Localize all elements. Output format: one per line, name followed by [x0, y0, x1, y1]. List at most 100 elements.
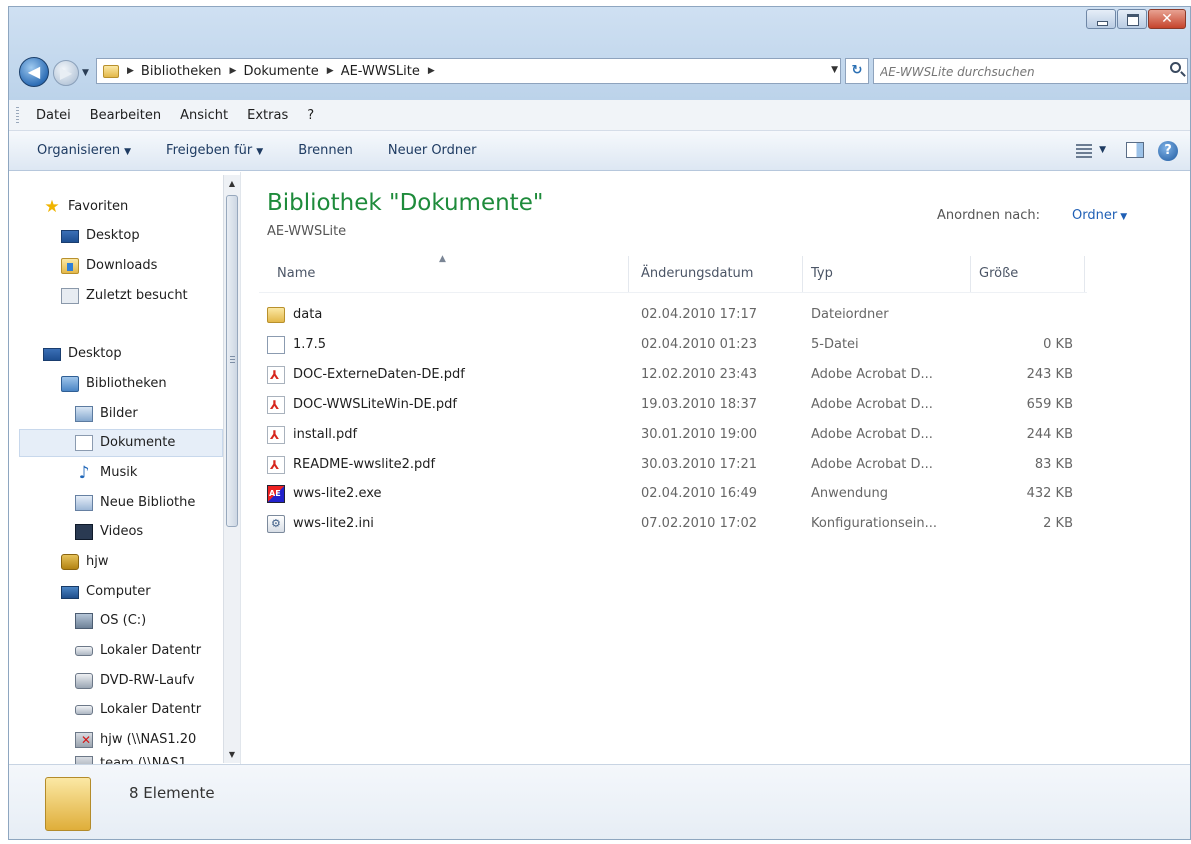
tree-item-label: Zuletzt besucht — [86, 288, 188, 303]
scroll-up-icon[interactable]: ▲ — [224, 175, 240, 192]
tree-item-bilder[interactable]: Bilder — [75, 400, 138, 428]
file-row[interactable]: data 02.04.2010 17:17 Dateiordner — [259, 300, 1079, 330]
navigation-pane-scrollbar[interactable]: ▲ ▼ — [223, 175, 240, 763]
breadcrumb-dokumente[interactable]: Dokumente — [243, 64, 318, 79]
arrange-by-label: Anordnen nach: — [937, 208, 1041, 223]
tree-item-label: Dokumente — [100, 435, 176, 450]
file-row[interactable]: DOC-ExterneDaten-DE.pdf 12.02.2010 23:43… — [259, 360, 1079, 390]
tree-item-label: Desktop — [86, 228, 140, 243]
pictures-icon — [75, 406, 93, 422]
tree-item-label: DVD-RW-Laufv — [100, 673, 195, 688]
refresh-button[interactable]: ↻ — [845, 58, 869, 84]
tree-item-label: team (\\NAS1. — [100, 756, 191, 764]
file-row[interactable]: README-wwslite2.pdf 30.03.2010 17:21 Ado… — [259, 450, 1079, 480]
tree-item-neue-bibliothek[interactable]: Neue Bibliothe — [75, 489, 195, 517]
file-size: 2 KB — [1043, 516, 1073, 531]
chevron-down-icon: ▼ — [256, 147, 264, 157]
file-date: 12.02.2010 23:43 — [641, 367, 758, 382]
tree-item-label: Bibliotheken — [86, 376, 167, 391]
address-history-dropdown[interactable]: ▼ — [831, 65, 838, 75]
breadcrumb-separator-icon[interactable]: ▶ — [127, 66, 134, 76]
organize-button[interactable]: Organisieren ▼ — [37, 143, 131, 158]
desktop-icon — [61, 229, 79, 243]
tree-item-bibliotheken[interactable]: Bibliotheken — [61, 370, 167, 398]
maximize-icon — [1127, 14, 1139, 26]
address-bar[interactable]: ▶ Bibliotheken ▶ Dokumente ▶ AE-WWSLite … — [96, 58, 841, 84]
tree-item-lokaler-datentraeger-2[interactable]: Lokaler Datentr — [75, 696, 201, 724]
menu-datei[interactable]: Datei — [36, 108, 71, 123]
column-header-date[interactable]: Änderungsdatum — [633, 256, 803, 292]
file-name: DOC-ExterneDaten-DE.pdf — [293, 367, 465, 382]
pane-splitter[interactable] — [240, 172, 244, 764]
downloads-folder-icon — [61, 258, 79, 274]
details-pane: 8 Elemente — [9, 764, 1190, 839]
library-folder-icon — [103, 64, 119, 78]
share-with-button[interactable]: Freigeben für ▼ — [166, 143, 263, 158]
menu-ansicht[interactable]: Ansicht — [180, 108, 228, 123]
tree-item-desktop-fav[interactable]: Desktop — [61, 222, 140, 250]
file-row[interactable]: DOC-WWSLiteWin-DE.pdf 19.03.2010 18:37 A… — [259, 390, 1079, 420]
back-button[interactable]: ◀ — [19, 57, 49, 87]
recent-pages-dropdown[interactable]: ▼ — [82, 68, 89, 78]
preview-pane-icon[interactable] — [1126, 142, 1144, 158]
close-icon: ✕ — [1161, 11, 1173, 27]
music-icon: ♪ — [78, 463, 90, 483]
file-date: 19.03.2010 18:37 — [641, 397, 758, 412]
tree-item-lokaler-datentraeger-1[interactable]: Lokaler Datentr — [75, 637, 201, 665]
breadcrumb-ae-wwslite[interactable]: AE-WWSLite — [341, 64, 420, 79]
scroll-down-icon[interactable]: ▼ — [224, 746, 240, 763]
file-row[interactable]: wws-lite2.ini 07.02.2010 17:02 Konfigura… — [259, 509, 1079, 539]
burn-button[interactable]: Brennen — [298, 143, 353, 158]
file-row[interactable]: install.pdf 30.01.2010 19:00 Adobe Acrob… — [259, 420, 1079, 450]
breadcrumb-separator-icon[interactable]: ▶ — [327, 66, 334, 76]
pdf-file-icon — [267, 456, 285, 474]
file-name: wws-lite2.exe — [293, 486, 382, 501]
column-header-name[interactable]: Name — [269, 256, 629, 292]
drive-icon — [75, 705, 93, 715]
pdf-file-icon — [267, 426, 285, 444]
search-input[interactable] — [878, 60, 1162, 84]
file-row[interactable]: wws-lite2.exe 02.04.2010 16:49 Anwendung… — [259, 479, 1079, 509]
close-button[interactable]: ✕ — [1148, 9, 1186, 29]
tree-item-computer[interactable]: Computer — [61, 578, 151, 606]
breadcrumb-separator-icon[interactable]: ▶ — [230, 66, 237, 76]
scrollbar-thumb[interactable] — [226, 195, 238, 527]
tree-item-label: Bilder — [100, 406, 138, 421]
file-name-cell: install.pdf — [267, 420, 357, 450]
search-icon[interactable] — [1170, 62, 1181, 73]
menu-help[interactable]: ? — [307, 108, 314, 123]
tree-item-desktop[interactable]: Desktop — [43, 340, 122, 368]
column-header-type[interactable]: Typ — [803, 256, 971, 292]
menu-bearbeiten[interactable]: Bearbeiten — [90, 108, 161, 123]
view-options-dropdown[interactable]: ▼ — [1099, 145, 1106, 155]
tree-item-dokumente[interactable]: Dokumente — [19, 429, 223, 457]
tree-item-os-c[interactable]: OS (C:) — [75, 607, 146, 635]
tree-item-favoriten[interactable]: ★ Favoriten — [43, 193, 128, 221]
help-icon[interactable]: ? — [1158, 141, 1178, 161]
view-options-icon[interactable] — [1076, 144, 1092, 158]
breadcrumb-separator-icon[interactable]: ▶ — [428, 66, 435, 76]
file-row[interactable]: 1.7.5 02.04.2010 01:23 5-Datei 0 KB — [259, 330, 1079, 360]
tree-item-zuletzt-besucht[interactable]: Zuletzt besucht — [61, 282, 188, 310]
star-icon: ★ — [44, 197, 60, 217]
file-name: README-wwslite2.pdf — [293, 457, 436, 472]
library-title: Bibliothek "Dokumente" — [267, 190, 544, 216]
tree-item-hjw[interactable]: hjw — [61, 548, 108, 576]
new-folder-button[interactable]: Neuer Ordner — [388, 143, 477, 158]
file-name-cell: wws-lite2.ini — [267, 509, 374, 539]
forward-button[interactable]: ▶ — [53, 60, 79, 86]
tree-item-videos[interactable]: Videos — [75, 518, 143, 546]
menu-extras[interactable]: Extras — [247, 108, 288, 123]
file-type: Dateiordner — [811, 307, 889, 322]
breadcrumb-bibliotheken[interactable]: Bibliotheken — [141, 64, 222, 79]
exe-file-icon — [267, 485, 285, 503]
search-box — [873, 58, 1188, 84]
tree-item-musik[interactable]: ♪ Musik — [75, 459, 138, 487]
tree-item-downloads[interactable]: Downloads — [61, 252, 157, 280]
tree-item-team-nas[interactable]: team (\\NAS1. — [75, 750, 191, 764]
maximize-button[interactable] — [1117, 9, 1147, 29]
arrange-by-dropdown[interactable]: Ordner ▼ — [1072, 208, 1127, 223]
column-header-size[interactable]: Größe — [971, 256, 1085, 292]
tree-item-dvd-rw[interactable]: DVD-RW-Laufv — [75, 667, 195, 695]
minimize-button[interactable] — [1086, 9, 1116, 29]
